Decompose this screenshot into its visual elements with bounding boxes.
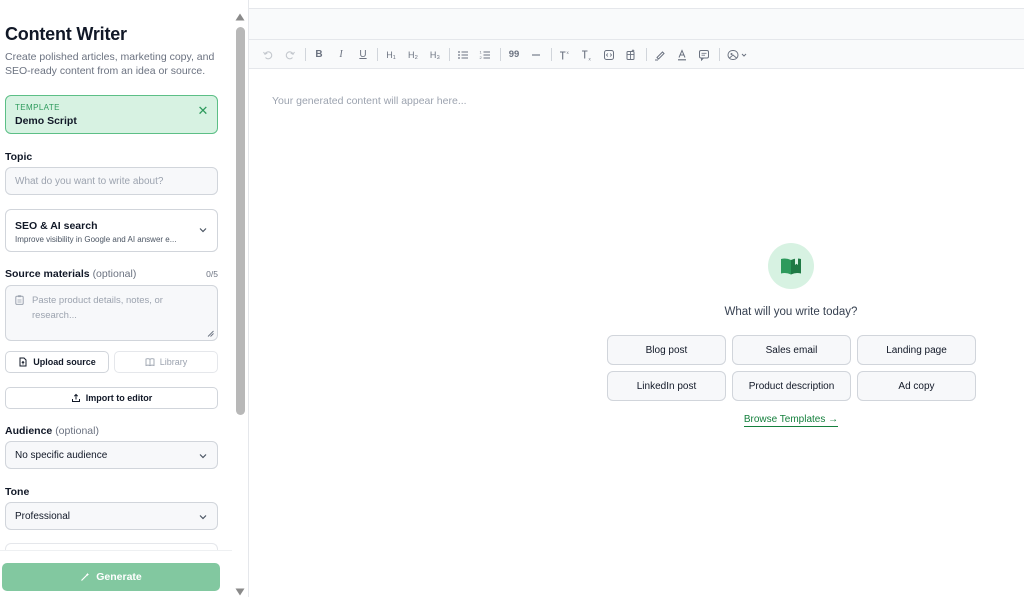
code-block-icon[interactable] [602, 48, 616, 62]
scroll-down-arrow-icon[interactable] [235, 588, 245, 596]
suggestion-landing-page[interactable]: Landing page [857, 335, 976, 365]
scrollbar-thumb[interactable] [235, 27, 245, 415]
suggestion-product-description[interactable]: Product description [732, 371, 851, 401]
toolbar-divider [646, 48, 647, 61]
audience-label: Audience (optional) [5, 425, 99, 437]
undo-icon[interactable] [261, 48, 275, 62]
import-to-editor-button[interactable]: Import to editor [5, 387, 218, 409]
book-icon [145, 358, 155, 367]
import-icon [71, 393, 80, 402]
seo-subtitle: Improve visibility in Google and AI answ… [15, 235, 177, 244]
app-root: Content Writer Create polished articles,… [0, 0, 1024, 597]
editor-placeholder[interactable]: Your generated content will appear here.… [272, 95, 467, 107]
insert-image-icon[interactable] [726, 48, 750, 62]
topic-label: Topic [5, 151, 33, 163]
table-icon[interactable] [624, 48, 638, 62]
chevron-down-icon [199, 228, 207, 233]
toolbar-divider [500, 48, 501, 61]
seo-dropdown[interactable]: SEO & AI search Improve visibility in Go… [5, 209, 218, 252]
toolbar-divider [551, 48, 552, 61]
browse-templates-link[interactable]: Browse Templates → [641, 414, 941, 427]
numbered-list-icon[interactable]: 12 [478, 48, 492, 62]
audience-optional: (optional) [55, 425, 99, 437]
library-button[interactable]: Library [114, 351, 218, 373]
upload-file-icon [19, 357, 27, 367]
toolbar-divider [719, 48, 720, 61]
close-icon[interactable]: ✕ [197, 104, 209, 117]
svg-text:x: x [589, 57, 592, 62]
underline-icon[interactable]: U [356, 48, 370, 62]
suggestion-blog-post[interactable]: Blog post [607, 335, 726, 365]
suggestion-ad-copy[interactable]: Ad copy [857, 371, 976, 401]
heading2-icon[interactable]: H₂ [406, 48, 420, 62]
top-strip [249, 0, 1024, 9]
audience-label-text: Audience [5, 425, 53, 437]
toolbar-divider [305, 48, 306, 61]
svg-text:1: 1 [480, 50, 483, 55]
library-label: Library [159, 357, 188, 367]
bullet-list-icon[interactable] [456, 48, 470, 62]
svg-text:2: 2 [480, 55, 483, 60]
wand-icon [81, 572, 90, 581]
topic-input[interactable]: What do you want to write about? [5, 167, 218, 195]
sidebar-scrollbar[interactable] [232, 0, 248, 597]
suggestion-linkedin-post[interactable]: LinkedIn post [607, 371, 726, 401]
text-color-icon[interactable] [675, 48, 689, 62]
horizontal-rule-icon[interactable] [529, 48, 543, 62]
generate-label: Generate [96, 571, 142, 583]
suggestion-sales-email[interactable]: Sales email [732, 335, 851, 365]
upload-source-label: Upload source [33, 357, 96, 367]
chevron-down-icon [199, 515, 207, 520]
scroll-up-arrow-icon[interactable] [235, 13, 245, 21]
editor-header [249, 9, 1024, 40]
tone-select[interactable]: Professional [5, 502, 218, 530]
svg-text:x: x [567, 50, 570, 55]
superscript-icon[interactable]: x [558, 48, 572, 62]
audience-value: No specific audience [15, 450, 108, 461]
empty-state-question: What will you write today? [724, 306, 858, 318]
audience-select[interactable]: No specific audience [5, 441, 218, 469]
italic-icon[interactable]: I [334, 48, 348, 62]
template-card[interactable]: TEMPLATE Demo Script ✕ [5, 95, 218, 134]
template-label: TEMPLATE [15, 103, 60, 112]
toolbar-divider [449, 48, 450, 61]
import-label: Import to editor [85, 393, 153, 403]
tone-label: Tone [5, 486, 30, 498]
heading3-icon[interactable]: H₃ [428, 48, 442, 62]
highlighter-icon[interactable] [653, 48, 667, 62]
generate-footer: Generate [0, 550, 232, 597]
sidebar: Content Writer Create polished articles,… [0, 0, 232, 597]
topic-placeholder: What do you want to write about? [15, 176, 164, 187]
page-title: Content Writer [5, 24, 127, 44]
tone-value: Professional [15, 511, 71, 522]
source-optional: (optional) [92, 268, 137, 280]
open-book-icon [768, 243, 814, 289]
template-name: Demo Script [15, 115, 77, 127]
source-label: Source materials (optional) [5, 268, 136, 280]
upload-source-button[interactable]: Upload source [5, 351, 109, 373]
browse-templates-label: Browse Templates → [743, 414, 839, 427]
chevron-down-icon [199, 454, 207, 459]
editor-panel: B I U H₁ H₂ H₃ 12 99 x x Your generated … [248, 0, 1024, 597]
resize-grip-icon[interactable] [207, 330, 214, 337]
source-textarea[interactable]: Paste product details, notes, or researc… [5, 285, 218, 341]
generate-button[interactable]: Generate [2, 563, 220, 591]
heading1-icon[interactable]: H₁ [384, 48, 398, 62]
source-counter: 0/5 [206, 269, 218, 279]
page-subtitle: Create polished articles, marketing copy… [5, 51, 215, 77]
comment-icon[interactable] [697, 48, 711, 62]
subscript-icon[interactable]: x [580, 48, 594, 62]
editor-toolbar: B I U H₁ H₂ H₃ 12 99 x x [249, 40, 1024, 69]
blockquote-icon[interactable]: 99 [507, 48, 521, 62]
clipboard-icon [15, 295, 24, 305]
source-label-text: Source materials [5, 268, 90, 280]
source-placeholder: Paste product details, notes, or researc… [32, 295, 163, 321]
seo-title: SEO & AI search [15, 220, 98, 232]
toolbar-divider [377, 48, 378, 61]
bold-icon[interactable]: B [312, 48, 326, 62]
redo-icon[interactable] [283, 48, 297, 62]
